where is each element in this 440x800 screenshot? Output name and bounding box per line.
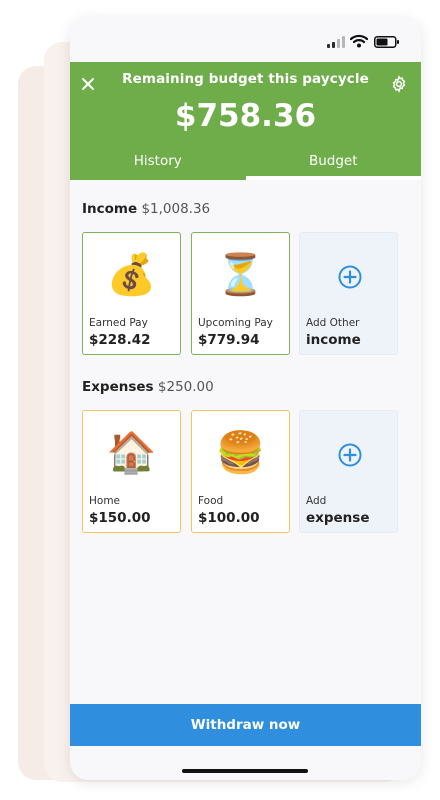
settings-button[interactable] <box>385 70 413 98</box>
house-icon: 🏠 <box>106 430 157 476</box>
card-label: Home <box>89 495 121 507</box>
card-label: Earned Pay <box>89 317 148 329</box>
income-section-title: Income $1,008.36 <box>82 201 210 217</box>
gear-icon <box>392 75 406 93</box>
card-value: $779.94 <box>198 332 260 348</box>
budget-header: Remaining budget this paycycle $758.36 H… <box>70 62 421 180</box>
card-value: income <box>306 332 361 348</box>
close-button[interactable] <box>74 70 102 98</box>
page-title: Remaining budget this paycycle <box>122 71 369 87</box>
card-label: Food <box>198 495 224 507</box>
home-indicator <box>182 769 308 773</box>
withdraw-now-button[interactable]: Withdraw now <box>70 704 421 746</box>
hourglass-icon: ⏳ <box>215 252 266 298</box>
card-label: Upcoming Pay <box>198 317 273 329</box>
card-value: $100.00 <box>198 510 260 526</box>
expenses-title: Expenses <box>82 379 154 395</box>
income-card-upcoming-pay[interactable]: ⏳ Upcoming Pay $779.94 <box>191 232 290 355</box>
battery-icon <box>374 36 399 48</box>
tab-bar: History Budget <box>70 148 421 180</box>
money-bag-icon: 💰 <box>106 252 157 298</box>
remaining-budget-amount: $758.36 <box>174 98 317 134</box>
plus-circle-icon <box>338 265 362 289</box>
expense-card-food[interactable]: 🍔 Food $100.00 <box>191 410 290 533</box>
close-icon <box>82 78 94 90</box>
card-value: $150.00 <box>89 510 151 526</box>
income-card-earned-pay[interactable]: 💰 Earned Pay $228.42 <box>82 232 181 355</box>
expenses-section-title: Expenses $250.00 <box>82 379 214 395</box>
signal-icon <box>327 36 345 48</box>
add-expense-button[interactable]: Add expense <box>299 410 398 533</box>
expense-card-home[interactable]: 🏠 Home $150.00 <box>82 410 181 533</box>
tab-budget[interactable]: Budget <box>245 148 422 180</box>
tab-history[interactable]: History <box>70 148 246 180</box>
card-label: Add <box>306 495 327 507</box>
income-title: Income <box>82 201 138 217</box>
expenses-total: $250.00 <box>157 379 214 395</box>
wifi-icon <box>350 34 368 48</box>
plus-circle-icon <box>338 443 362 467</box>
burger-icon: 🍔 <box>215 430 266 476</box>
income-total: $1,008.36 <box>141 201 211 217</box>
status-bar <box>70 18 421 62</box>
card-value: expense <box>306 510 370 526</box>
card-value: $228.42 <box>89 332 151 348</box>
card-label: Add Other <box>306 317 360 329</box>
phone-screen: Remaining budget this paycycle $758.36 H… <box>70 18 421 780</box>
add-other-income-button[interactable]: Add Other income <box>299 232 398 355</box>
